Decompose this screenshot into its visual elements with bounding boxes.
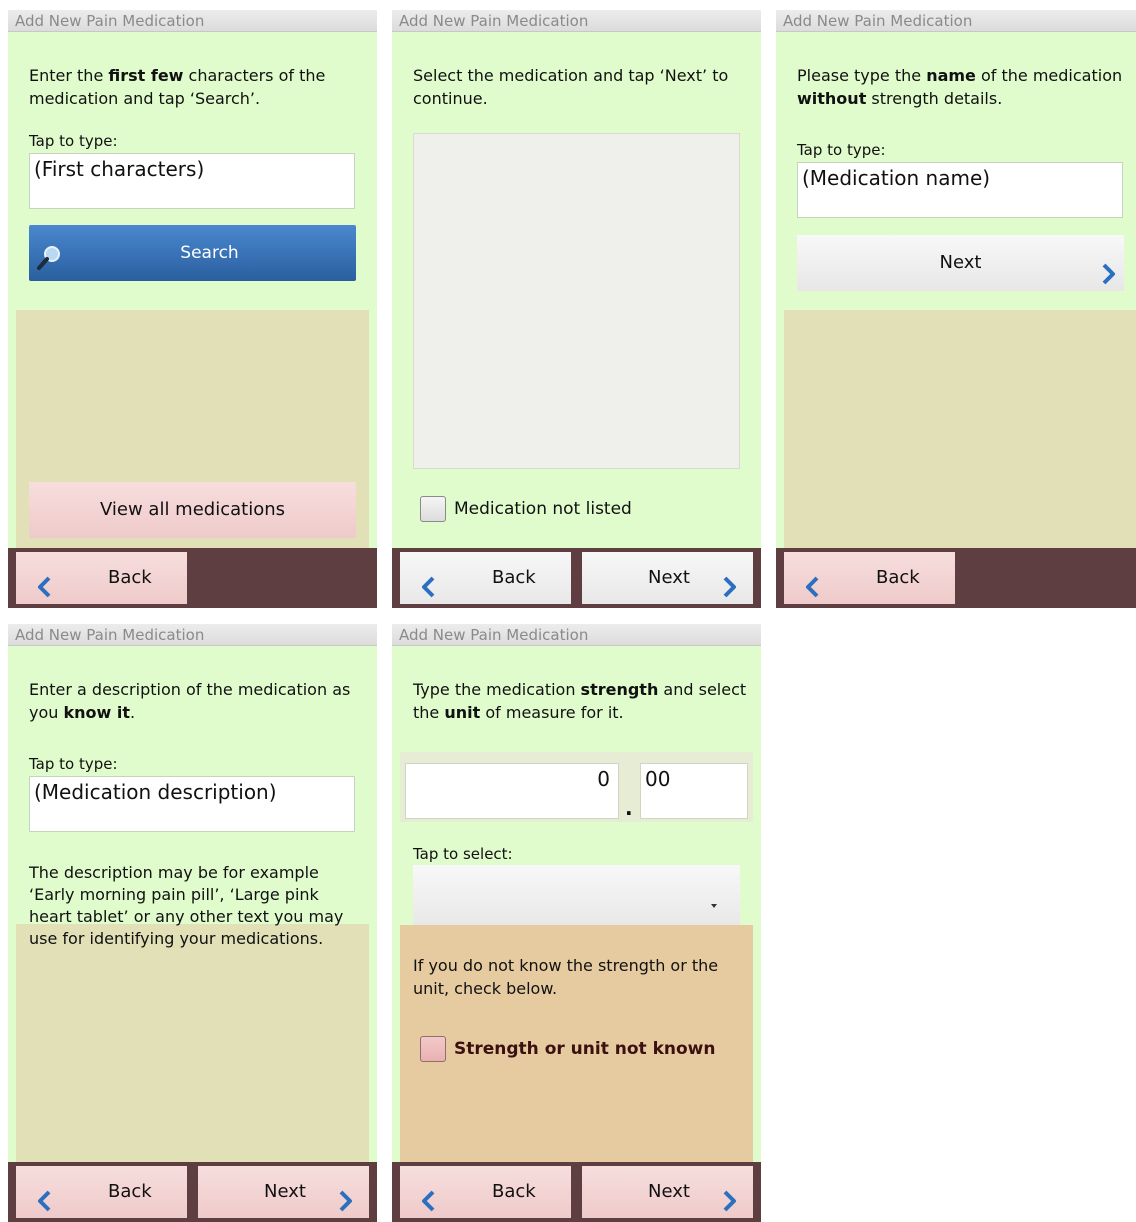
window-title: Add New Pain Medication [392, 624, 761, 646]
instruction-text: Enter the first few characters of the me… [29, 66, 326, 108]
empty-region [16, 924, 369, 1162]
instruction-text: Type the medication strength and select … [413, 680, 747, 722]
back-button[interactable]: Back [400, 1166, 571, 1218]
next-button[interactable]: Next [582, 552, 753, 604]
screen-select-medication: Add New Pain Medication Select the medic… [392, 10, 761, 608]
bottom-nav-bar: Back Next [8, 1162, 377, 1222]
dropdown-arrow-icon [711, 892, 717, 908]
medication-not-listed-label: Medication not listed [454, 499, 632, 519]
unknown-instruction-text: If you do not know the strength or the u… [413, 956, 719, 998]
instruction-text: Please type the name of the medication w… [797, 66, 1123, 108]
next-button[interactable]: Next [198, 1166, 369, 1218]
back-button[interactable]: Back [16, 1166, 187, 1218]
next-button[interactable]: Next [582, 1166, 753, 1218]
unit-select[interactable] [413, 865, 740, 925]
decimal-point: . [625, 796, 633, 820]
tap-to-type-label: Tap to type: [29, 755, 118, 773]
back-button[interactable]: Back [16, 552, 187, 604]
instruction-text: Select the medication and tap ‘Next’ to … [413, 66, 729, 108]
chevron-left-icon [34, 567, 56, 598]
tap-to-type-label: Tap to type: [29, 132, 118, 150]
strength-unknown-label: Strength or unit not known [454, 1039, 716, 1059]
bottom-nav-bar: Back [776, 548, 1136, 608]
window-title: Add New Pain Medication [8, 624, 377, 646]
chevron-left-icon [802, 567, 824, 598]
description-example-text: The description may be for example ‘Earl… [29, 863, 344, 948]
search-button[interactable]: Search [29, 225, 356, 281]
tap-to-type-label: Tap to type: [797, 141, 886, 159]
strength-unknown-checkbox[interactable] [420, 1036, 446, 1062]
medication-not-listed-checkbox[interactable] [420, 496, 446, 522]
tap-to-select-label: Tap to select: [413, 845, 513, 863]
medication-description-input[interactable]: (Medication description) [29, 776, 355, 832]
chevron-right-icon [334, 1181, 356, 1212]
strength-integer-input[interactable]: 0 [405, 763, 619, 819]
chevron-right-icon [1097, 252, 1119, 285]
magnifier-icon [35, 239, 63, 270]
first-characters-input[interactable]: (First characters) [29, 153, 355, 209]
chevron-left-icon [34, 1181, 56, 1212]
screen-medication-strength: Add New Pain Medication Type the medicat… [392, 624, 761, 1222]
window-title: Add New Pain Medication [776, 10, 1136, 32]
chevron-left-icon [418, 1181, 440, 1212]
medication-list[interactable] [413, 133, 740, 469]
chevron-right-icon [718, 567, 740, 598]
next-button[interactable]: Next [797, 235, 1124, 291]
back-button[interactable]: Back [784, 552, 955, 604]
instruction-text: Enter a description of the medication as… [29, 680, 351, 722]
screen-search-medication: Add New Pain Medication Enter the first … [8, 10, 377, 608]
bottom-nav-bar: Back [8, 548, 377, 608]
strength-decimal-input[interactable]: 00 [640, 763, 748, 819]
bottom-nav-bar: Back Next [392, 548, 761, 608]
view-all-medications-button[interactable]: View all medications [29, 482, 356, 538]
screen-medication-description: Add New Pain Medication Enter a descript… [8, 624, 377, 1222]
chevron-right-icon [718, 1181, 740, 1212]
window-title: Add New Pain Medication [392, 10, 761, 32]
screen-medication-name: Add New Pain Medication Please type the … [776, 10, 1136, 608]
window-title: Add New Pain Medication [8, 10, 377, 32]
medication-name-input[interactable]: (Medication name) [797, 162, 1123, 218]
back-button[interactable]: Back [400, 552, 571, 604]
bottom-nav-bar: Back Next [392, 1162, 761, 1222]
chevron-left-icon [418, 567, 440, 598]
empty-region [784, 310, 1136, 548]
